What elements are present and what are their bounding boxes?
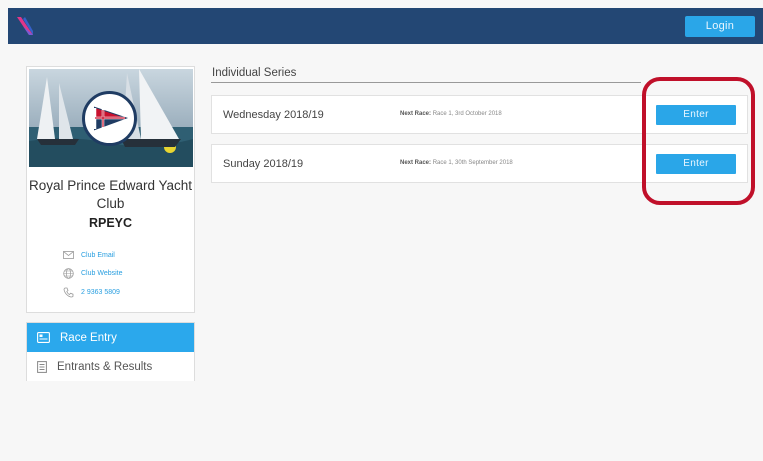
globe-icon [63, 268, 74, 279]
series-name: Sunday 2018/19 [223, 158, 304, 170]
next-race-label: Next Race: [400, 111, 432, 117]
app-logo-icon[interactable] [14, 14, 36, 38]
phone-icon [63, 287, 74, 298]
club-email-label: Club Email [81, 251, 115, 259]
next-race-value: Race 1, 3rd October 2018 [432, 111, 502, 117]
section-title: Individual Series [212, 67, 297, 79]
club-card: Royal Prince Edward Yacht Club RPEYC Clu… [26, 66, 195, 313]
highlight-annotation [642, 77, 755, 205]
club-abbreviation: RPEYC [88, 216, 133, 230]
nav-item-race-entry[interactable]: Race Entry [27, 323, 194, 352]
login-button[interactable]: Login [685, 16, 755, 37]
series-name: Wednesday 2018/19 [223, 109, 324, 121]
section-divider [211, 82, 641, 83]
envelope-icon [63, 251, 74, 259]
club-burgee-icon [82, 91, 137, 146]
document-icon [37, 360, 47, 373]
next-race-label: Next Race: [400, 160, 432, 166]
club-photo [29, 69, 193, 167]
id-card-icon [37, 332, 50, 343]
nav-item-entrants-results[interactable]: Entrants & Results [27, 352, 194, 381]
side-nav: Race Entry Entrants & Results [26, 322, 195, 381]
club-name: Royal Prince Edward Yacht Club [28, 178, 193, 211]
club-website-label: Club Website [81, 270, 123, 277]
nav-item-label: Entrants & Results [57, 360, 153, 373]
next-race-info: Next Race: Race 1, 30th September 2018 [400, 160, 513, 166]
nav-item-label: Race Entry [60, 331, 117, 344]
club-phone-link[interactable]: 2 9363 5809 [63, 287, 120, 298]
club-phone-label: 2 9363 5809 [81, 289, 120, 296]
top-bar: Login [8, 8, 763, 44]
next-race-info: Next Race: Race 1, 3rd October 2018 [400, 111, 502, 117]
next-race-value: Race 1, 30th September 2018 [432, 160, 513, 166]
club-website-link[interactable]: Club Website [63, 268, 123, 279]
club-email-link[interactable]: Club Email [63, 251, 115, 259]
